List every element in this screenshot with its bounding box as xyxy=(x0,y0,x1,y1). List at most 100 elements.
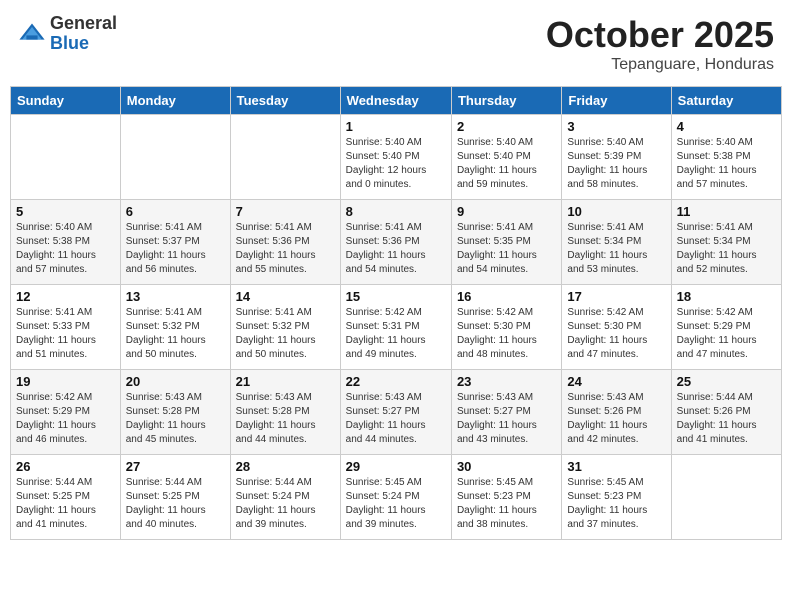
calendar-cell: 20Sunrise: 5:43 AM Sunset: 5:28 PM Dayli… xyxy=(120,370,230,455)
calendar-week-row: 1 Sunrise: 5:40 AM Sunset: 5:40 PM Daylig… xyxy=(11,115,782,200)
month-title: October 2025 xyxy=(546,14,774,56)
weekday-header-monday: Monday xyxy=(120,87,230,115)
calendar-cell: 19Sunrise: 5:42 AM Sunset: 5:29 PM Dayli… xyxy=(11,370,121,455)
day-info: Sunrise: 5:40 AM Sunset: 5:40 PM Dayligh… xyxy=(346,136,446,192)
day-number: 4 xyxy=(677,119,776,134)
logo-blue-text: Blue xyxy=(50,34,117,54)
calendar-cell: 22 Sunrise: 5:43 AM Sunset: 5:27 PM Dayli… xyxy=(340,370,451,455)
day-info: Sunrise: 5:42 AM Sunset: 5:29 PM Dayligh… xyxy=(677,306,776,362)
day-info: Sunrise: 5:43 AM Sunset: 5:28 PM Dayligh… xyxy=(236,391,335,447)
calendar-cell: 18 Sunrise: 5:42 AM Sunset: 5:29 PM Dayli… xyxy=(671,285,781,370)
day-info: Sunrise: 5:43 AM Sunset: 5:27 PM Dayligh… xyxy=(457,391,556,447)
day-info: Sunrise: 5:41 AM Sunset: 5:36 PM Dayligh… xyxy=(236,221,335,277)
day-number: 7 xyxy=(236,204,335,219)
calendar-cell: 2 Sunrise: 5:40 AM Sunset: 5:40 PM Daylig… xyxy=(451,115,561,200)
title-block: October 2025 Tepanguare, Honduras xyxy=(546,14,774,74)
logo-general-text: General xyxy=(50,14,117,34)
day-number: 17 xyxy=(567,289,665,304)
calendar-cell: 11 Sunrise: 5:41 AM Sunset: 5:34 PM Dayli… xyxy=(671,200,781,285)
day-number: 8 xyxy=(346,204,446,219)
day-number: 11 xyxy=(677,204,776,219)
calendar-table: SundayMondayTuesdayWednesdayThursdayFrid… xyxy=(10,86,782,540)
calendar-cell xyxy=(671,455,781,540)
day-info: Sunrise: 5:44 AM Sunset: 5:24 PM Dayligh… xyxy=(236,476,335,532)
day-number: 5 xyxy=(16,204,115,219)
calendar-cell: 16Sunrise: 5:42 AM Sunset: 5:30 PM Dayli… xyxy=(451,285,561,370)
day-number: 12 xyxy=(16,289,115,304)
logo: General Blue xyxy=(18,14,117,54)
calendar-cell: 26 Sunrise: 5:44 AM Sunset: 5:25 PM Dayli… xyxy=(11,455,121,540)
calendar-cell xyxy=(120,115,230,200)
day-info: Sunrise: 5:43 AM Sunset: 5:26 PM Dayligh… xyxy=(567,391,665,447)
calendar-cell: 8 Sunrise: 5:41 AM Sunset: 5:36 PM Daylig… xyxy=(340,200,451,285)
weekday-header-thursday: Thursday xyxy=(451,87,561,115)
day-number: 2 xyxy=(457,119,556,134)
day-info: Sunrise: 5:43 AM Sunset: 5:27 PM Dayligh… xyxy=(346,391,446,447)
day-info: Sunrise: 5:40 AM Sunset: 5:38 PM Dayligh… xyxy=(16,221,115,277)
calendar-cell: 25 Sunrise: 5:44 AM Sunset: 5:26 PM Dayli… xyxy=(671,370,781,455)
day-number: 13 xyxy=(126,289,225,304)
day-info: Sunrise: 5:42 AM Sunset: 5:30 PM Dayligh… xyxy=(567,306,665,362)
day-number: 3 xyxy=(567,119,665,134)
calendar-cell: 4 Sunrise: 5:40 AM Sunset: 5:38 PM Daylig… xyxy=(671,115,781,200)
calendar-cell: 29 Sunrise: 5:45 AM Sunset: 5:24 PM Dayli… xyxy=(340,455,451,540)
calendar-body: 1 Sunrise: 5:40 AM Sunset: 5:40 PM Daylig… xyxy=(11,115,782,540)
day-number: 25 xyxy=(677,374,776,389)
day-number: 14 xyxy=(236,289,335,304)
day-number: 20 xyxy=(126,374,225,389)
day-info: Sunrise: 5:44 AM Sunset: 5:25 PM Dayligh… xyxy=(16,476,115,532)
day-info: Sunrise: 5:44 AM Sunset: 5:25 PM Dayligh… xyxy=(126,476,225,532)
day-number: 23 xyxy=(457,374,556,389)
day-number: 1 xyxy=(346,119,446,134)
day-number: 21 xyxy=(236,374,335,389)
weekday-header-tuesday: Tuesday xyxy=(230,87,340,115)
day-number: 26 xyxy=(16,459,115,474)
calendar-week-row: 12 Sunrise: 5:41 AM Sunset: 5:33 PM Dayli… xyxy=(11,285,782,370)
day-info: Sunrise: 5:42 AM Sunset: 5:31 PM Dayligh… xyxy=(346,306,446,362)
day-info: Sunrise: 5:44 AM Sunset: 5:26 PM Dayligh… xyxy=(677,391,776,447)
calendar-cell xyxy=(11,115,121,200)
day-number: 31 xyxy=(567,459,665,474)
location-subtitle: Tepanguare, Honduras xyxy=(546,56,774,74)
calendar-cell: 30Sunrise: 5:45 AM Sunset: 5:23 PM Dayli… xyxy=(451,455,561,540)
day-info: Sunrise: 5:42 AM Sunset: 5:30 PM Dayligh… xyxy=(457,306,556,362)
day-info: Sunrise: 5:40 AM Sunset: 5:38 PM Dayligh… xyxy=(677,136,776,192)
calendar-cell: 14 Sunrise: 5:41 AM Sunset: 5:32 PM Dayli… xyxy=(230,285,340,370)
logo-text: General Blue xyxy=(50,14,117,54)
calendar-cell: 13 Sunrise: 5:41 AM Sunset: 5:32 PM Dayli… xyxy=(120,285,230,370)
calendar-cell: 12 Sunrise: 5:41 AM Sunset: 5:33 PM Dayli… xyxy=(11,285,121,370)
weekday-header-saturday: Saturday xyxy=(671,87,781,115)
day-number: 10 xyxy=(567,204,665,219)
calendar-cell: 5 Sunrise: 5:40 AM Sunset: 5:38 PM Daylig… xyxy=(11,200,121,285)
day-info: Sunrise: 5:41 AM Sunset: 5:33 PM Dayligh… xyxy=(16,306,115,362)
day-info: Sunrise: 5:41 AM Sunset: 5:36 PM Dayligh… xyxy=(346,221,446,277)
day-info: Sunrise: 5:42 AM Sunset: 5:29 PM Dayligh… xyxy=(16,391,115,447)
calendar-cell: 7 Sunrise: 5:41 AM Sunset: 5:36 PM Daylig… xyxy=(230,200,340,285)
page-header: General Blue October 2025 Tepanguare, Ho… xyxy=(10,10,782,78)
day-number: 18 xyxy=(677,289,776,304)
calendar-cell: 24Sunrise: 5:43 AM Sunset: 5:26 PM Dayli… xyxy=(562,370,671,455)
calendar-cell: 3Sunrise: 5:40 AM Sunset: 5:39 PM Daylig… xyxy=(562,115,671,200)
day-number: 9 xyxy=(457,204,556,219)
calendar-header: SundayMondayTuesdayWednesdayThursdayFrid… xyxy=(11,87,782,115)
day-info: Sunrise: 5:41 AM Sunset: 5:32 PM Dayligh… xyxy=(126,306,225,362)
day-info: Sunrise: 5:41 AM Sunset: 5:32 PM Dayligh… xyxy=(236,306,335,362)
day-number: 30 xyxy=(457,459,556,474)
day-info: Sunrise: 5:40 AM Sunset: 5:40 PM Dayligh… xyxy=(457,136,556,192)
weekday-header-row: SundayMondayTuesdayWednesdayThursdayFrid… xyxy=(11,87,782,115)
weekday-header-wednesday: Wednesday xyxy=(340,87,451,115)
calendar-week-row: 5 Sunrise: 5:40 AM Sunset: 5:38 PM Daylig… xyxy=(11,200,782,285)
calendar-cell: 23 Sunrise: 5:43 AM Sunset: 5:27 PM Dayli… xyxy=(451,370,561,455)
day-number: 22 xyxy=(346,374,446,389)
calendar-week-row: 19Sunrise: 5:42 AM Sunset: 5:29 PM Dayli… xyxy=(11,370,782,455)
day-info: Sunrise: 5:45 AM Sunset: 5:23 PM Dayligh… xyxy=(567,476,665,532)
day-number: 29 xyxy=(346,459,446,474)
calendar-cell: 31 Sunrise: 5:45 AM Sunset: 5:23 PM Dayli… xyxy=(562,455,671,540)
day-info: Sunrise: 5:41 AM Sunset: 5:35 PM Dayligh… xyxy=(457,221,556,277)
calendar-cell: 15 Sunrise: 5:42 AM Sunset: 5:31 PM Dayli… xyxy=(340,285,451,370)
calendar-cell: 21 Sunrise: 5:43 AM Sunset: 5:28 PM Dayli… xyxy=(230,370,340,455)
day-info: Sunrise: 5:41 AM Sunset: 5:34 PM Dayligh… xyxy=(677,221,776,277)
day-number: 15 xyxy=(346,289,446,304)
day-info: Sunrise: 5:45 AM Sunset: 5:24 PM Dayligh… xyxy=(346,476,446,532)
weekday-header-friday: Friday xyxy=(562,87,671,115)
